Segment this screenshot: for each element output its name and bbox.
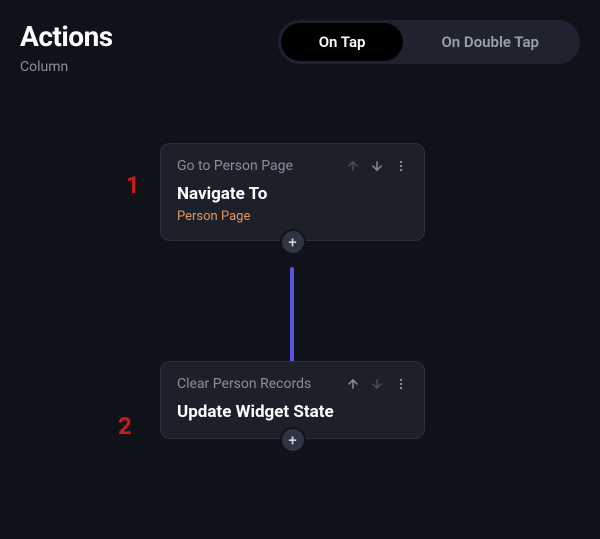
page-subtitle: Column xyxy=(20,59,278,75)
arrow-down-icon[interactable] xyxy=(370,159,384,173)
node-target: Person Page xyxy=(177,209,408,224)
page-title: Actions xyxy=(20,20,278,53)
more-vertical-icon[interactable] xyxy=(394,159,408,173)
canvas: 1 2 Go to Person Page Navigate To Person… xyxy=(0,85,600,534)
node-label: Clear Person Records xyxy=(177,376,311,392)
connector-line xyxy=(290,267,294,362)
add-action-button[interactable]: + xyxy=(280,427,306,453)
node-controls xyxy=(346,159,408,173)
plus-icon: + xyxy=(288,235,296,250)
node-header: Clear Person Records xyxy=(177,376,408,392)
node-title: Update Widget State xyxy=(177,402,408,422)
node-header: Go to Person Page xyxy=(177,158,408,174)
tab-on-double-tap[interactable]: On Double Tap xyxy=(403,23,577,61)
node-controls xyxy=(346,377,408,391)
tab-on-tap[interactable]: On Tap xyxy=(281,23,404,61)
annotation-2: 2 xyxy=(118,412,132,440)
action-node-navigate[interactable]: Go to Person Page Navigate To Person Pag… xyxy=(160,143,425,241)
annotation-1: 1 xyxy=(126,171,140,199)
node-label: Go to Person Page xyxy=(177,158,293,174)
plus-icon: + xyxy=(288,433,296,448)
more-vertical-icon[interactable] xyxy=(394,377,408,391)
add-action-button[interactable]: + xyxy=(280,229,306,255)
arrow-down-icon[interactable] xyxy=(370,377,384,391)
arrow-up-icon[interactable] xyxy=(346,159,360,173)
arrow-up-icon[interactable] xyxy=(346,377,360,391)
header: Actions Column On Tap On Double Tap xyxy=(0,0,600,85)
tabs: On Tap On Double Tap xyxy=(278,20,580,64)
node-title: Navigate To xyxy=(177,184,408,204)
header-left: Actions Column xyxy=(20,20,278,75)
action-node-update-state[interactable]: Clear Person Records Update Widget State… xyxy=(160,361,425,439)
